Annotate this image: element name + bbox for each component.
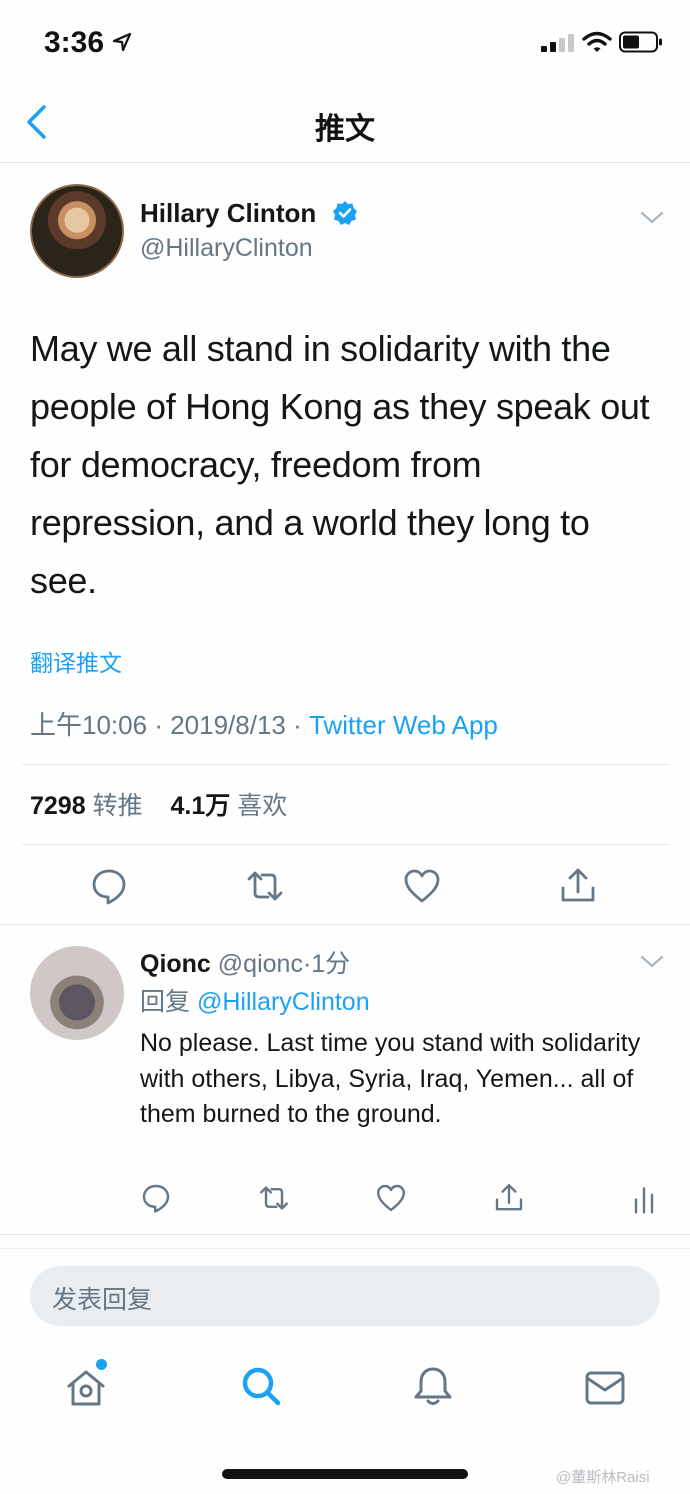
- reply-share-icon[interactable]: [493, 1182, 525, 1214]
- reply-author-avatar[interactable]: [30, 946, 124, 1040]
- tweet-date: 2019/8/13: [170, 710, 286, 740]
- reply-retweet-icon[interactable]: [258, 1182, 290, 1214]
- verified-badge-icon: [333, 201, 357, 225]
- meta-separator: ·: [154, 710, 163, 740]
- reply-prefix: 回复: [140, 988, 191, 1016]
- messages-mail-icon[interactable]: [583, 1366, 627, 1410]
- compose-divider: [0, 1248, 690, 1249]
- watermark: @董斯林Raisi: [556, 1469, 650, 1486]
- tweet-meta: 上午10:06 · 2019/8/13 · Twitter Web App: [30, 705, 498, 742]
- reply-time: 1分: [311, 950, 351, 978]
- wifi-icon: [582, 31, 612, 52]
- analytics-bar-icon[interactable]: [628, 1182, 660, 1214]
- tweet-text: May we all stand in solidarity with the …: [30, 328, 650, 601]
- reply-mention-link[interactable]: @HillaryClinton: [197, 988, 370, 1016]
- search-icon[interactable]: [239, 1364, 283, 1408]
- reply-icon[interactable]: [89, 866, 129, 906]
- translate-tweet-link[interactable]: 翻译推文: [30, 644, 122, 678]
- cellular-signal-icon: [541, 34, 574, 52]
- page-title: 推文: [315, 113, 375, 146]
- reply-text: No please. Last time you stand with soli…: [140, 1029, 641, 1128]
- nav-divider: [0, 162, 690, 163]
- tweet-source-link[interactable]: Twitter Web App: [309, 710, 498, 740]
- reply-like-heart-icon[interactable]: [375, 1182, 407, 1214]
- like-count[interactable]: 4.1万: [171, 792, 231, 820]
- replying-to: 回复 @HillaryClinton: [140, 982, 370, 1018]
- notifications-bell-icon[interactable]: [411, 1364, 455, 1408]
- actions-divider: [0, 924, 690, 925]
- reply-reply-icon[interactable]: [140, 1182, 172, 1214]
- author-name[interactable]: Hillary Clinton: [140, 198, 316, 229]
- like-label[interactable]: 喜欢: [237, 792, 287, 820]
- author-handle[interactable]: @HillaryClinton: [140, 234, 313, 263]
- status-time: 3:36: [44, 26, 105, 59]
- reply-divider: [0, 1234, 690, 1235]
- chevron-down-icon[interactable]: [640, 210, 664, 226]
- reply-author-name[interactable]: Qionc: [140, 950, 211, 978]
- reply-author-handle[interactable]: @qionc: [218, 950, 303, 978]
- compose-reply-input[interactable]: 发表回复: [30, 1266, 660, 1326]
- retweet-icon[interactable]: [245, 866, 285, 906]
- home-icon[interactable]: [64, 1366, 108, 1410]
- meta-separator: ·: [293, 710, 302, 740]
- tweet-stats: 7298 转推 4.1万 喜欢: [30, 786, 287, 822]
- home-notification-dot: [96, 1359, 107, 1370]
- tweet-time: 上午10:06: [30, 710, 148, 740]
- battery-icon: [619, 31, 662, 53]
- location-arrow-icon: [112, 32, 132, 52]
- retweet-label[interactable]: 转推: [93, 792, 143, 820]
- reply-header: Qionc @qionc·1分: [140, 944, 350, 980]
- share-icon[interactable]: [558, 866, 598, 906]
- retweet-count[interactable]: 7298: [30, 792, 86, 820]
- reply-chevron-down-icon[interactable]: [640, 954, 664, 970]
- like-heart-icon[interactable]: [402, 866, 442, 906]
- stats-divider-top: [22, 764, 668, 765]
- home-indicator[interactable]: [222, 1469, 468, 1479]
- stats-divider-bottom: [22, 844, 668, 845]
- author-avatar[interactable]: [30, 184, 124, 278]
